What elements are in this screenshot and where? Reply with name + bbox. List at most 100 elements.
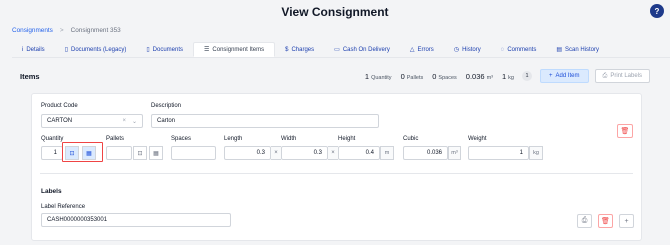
label-reference-label: Label Reference	[41, 204, 86, 210]
tab-details[interactable]: i Details	[12, 42, 55, 57]
pallets-mode-button[interactable]: ⊡	[133, 146, 147, 160]
trash-icon: 🗑	[620, 128, 630, 135]
stat-value: 0	[432, 71, 437, 81]
tab-label: Comments	[507, 46, 537, 53]
tab-bar: i Details ▯ Documents (Legacy) ▯ Documents …	[12, 42, 670, 58]
print-labels-button[interactable]: ⎙ Print Labels	[594, 69, 650, 83]
tab-label: Documents	[152, 46, 184, 53]
calculator-icon: ▦	[153, 150, 159, 157]
weight-stat: 1 kg	[502, 72, 514, 81]
stat-label: Pallets	[406, 74, 424, 81]
weight-label: Weight	[468, 136, 487, 142]
tab-scan-history[interactable]: ▤ Scan History	[546, 42, 609, 57]
barcode-icon: ▤	[556, 47, 562, 53]
printer-icon: ⎙	[581, 217, 588, 224]
print-label-button[interactable]: ⎙	[577, 214, 592, 228]
tab-history[interactable]: ◷ History	[444, 42, 491, 57]
plus-icon: +	[548, 73, 553, 79]
tab-cash-on-delivery[interactable]: ▭ Cash On Delivery	[324, 42, 400, 57]
delete-label-button[interactable]: 🗑	[598, 214, 613, 228]
cubic-label: Cubic	[403, 136, 419, 142]
clear-icon[interactable]: ×	[122, 118, 126, 125]
items-title: Items	[20, 71, 40, 81]
breadcrumb-link-consignments[interactable]: Consignments	[12, 27, 53, 34]
tab-label: Charges	[291, 46, 315, 53]
width-field[interactable]: 0.3	[281, 146, 328, 160]
labels-section-title: Labels	[41, 188, 62, 195]
document-icon: ▯	[64, 47, 68, 53]
stat-value: 1	[364, 71, 370, 81]
warning-icon: △	[409, 47, 415, 53]
stat-value: 0.036	[465, 71, 485, 81]
spaces-field[interactable]	[171, 146, 216, 160]
tab-label: History	[462, 46, 481, 53]
quantity-label: Quantity	[41, 136, 64, 142]
stat-label: kg	[508, 74, 514, 81]
width-label: Width	[281, 136, 297, 142]
tab-label: Details	[26, 46, 45, 53]
height-label: Height	[338, 136, 356, 142]
help-button[interactable]: ?	[650, 4, 664, 18]
length-label: Length	[224, 136, 243, 142]
stat-value: 1	[501, 71, 507, 81]
item-card: Product Code CARTON × ⌄ Description Carto…	[31, 93, 642, 241]
volume-stat: 0.036 m³	[466, 72, 493, 81]
dollar-icon: $	[285, 46, 289, 53]
quantity-field[interactable]: 1	[41, 146, 63, 160]
times-sign: ×	[328, 146, 338, 160]
weight-unit: kg	[529, 146, 543, 160]
info-icon: i	[22, 46, 24, 53]
trash-icon: 🗑	[601, 218, 610, 225]
tab-documents-legacy[interactable]: ▯ Documents (Legacy)	[55, 42, 137, 57]
cubic-unit: m³	[448, 146, 461, 160]
tab-label: Consignment Items	[212, 46, 265, 53]
add-label-button[interactable]: +	[619, 214, 634, 228]
item-count-badge: 1	[521, 71, 532, 81]
tab-label: Errors	[417, 46, 434, 53]
chevron-down-icon[interactable]: ⌄	[132, 118, 137, 125]
tab-documents[interactable]: ▯ Documents	[136, 42, 193, 57]
breadcrumb-separator: >	[59, 27, 64, 34]
plus-icon: +	[624, 217, 629, 225]
items-summary-bar: Items 1 Quantity 0 Pallets 0 Spaces 0.036 m³…	[20, 68, 650, 84]
quantity-stat: 1 Quantity	[365, 72, 392, 81]
cash-icon: ▭	[334, 47, 340, 53]
tab-comments[interactable]: ◌ Comments	[491, 42, 547, 57]
document-icon: ▯	[146, 47, 150, 53]
product-code-label: Product Code	[41, 103, 78, 109]
description-field[interactable]: Carton	[151, 114, 379, 128]
carton-icon: ⊡	[137, 150, 143, 157]
description-label: Description	[151, 103, 182, 109]
times-sign: ×	[271, 146, 281, 160]
print-labels-label: Print Labels	[610, 73, 642, 79]
page-title: View Consignment	[281, 5, 389, 19]
clock-icon: ◷	[453, 47, 460, 53]
pallets-calc-button[interactable]: ▦	[149, 146, 163, 160]
spaces-stat: 0 Spaces	[432, 72, 457, 81]
list-icon: ☰	[204, 47, 210, 53]
highlight-box	[62, 142, 103, 162]
length-field[interactable]: 0.3	[224, 146, 271, 160]
add-item-button[interactable]: + Add Item	[539, 69, 589, 83]
printer-icon: ⎙	[602, 72, 608, 79]
cubic-field[interactable]: 0.036	[403, 146, 448, 160]
stat-label: Spaces	[438, 74, 457, 81]
tab-label: Documents (Legacy)	[71, 46, 127, 53]
tab-charges[interactable]: $ Charges	[275, 42, 324, 57]
delete-item-button[interactable]: 🗑	[617, 124, 633, 138]
dimension-unit: m	[380, 146, 394, 160]
tab-errors[interactable]: △ Errors	[400, 42, 444, 57]
pallets-stat: 0 Pallets	[401, 72, 424, 81]
weight-field[interactable]: 1	[468, 146, 529, 160]
pallets-field[interactable]	[106, 146, 132, 160]
label-reference-field[interactable]: CASH0000000353001	[41, 213, 231, 227]
tab-consignment-items[interactable]: ☰ Consignment Items	[193, 42, 276, 57]
product-code-value: CARTON	[47, 118, 73, 124]
height-field[interactable]: 0.4	[338, 146, 380, 160]
tab-label: Cash On Delivery	[342, 46, 390, 53]
stat-value: 0	[400, 71, 405, 81]
comment-icon: ◌	[500, 46, 505, 53]
breadcrumb-current: Consignment 353	[70, 27, 121, 34]
spaces-label: Spaces	[171, 136, 192, 142]
product-code-select[interactable]: CARTON × ⌄	[41, 114, 143, 128]
